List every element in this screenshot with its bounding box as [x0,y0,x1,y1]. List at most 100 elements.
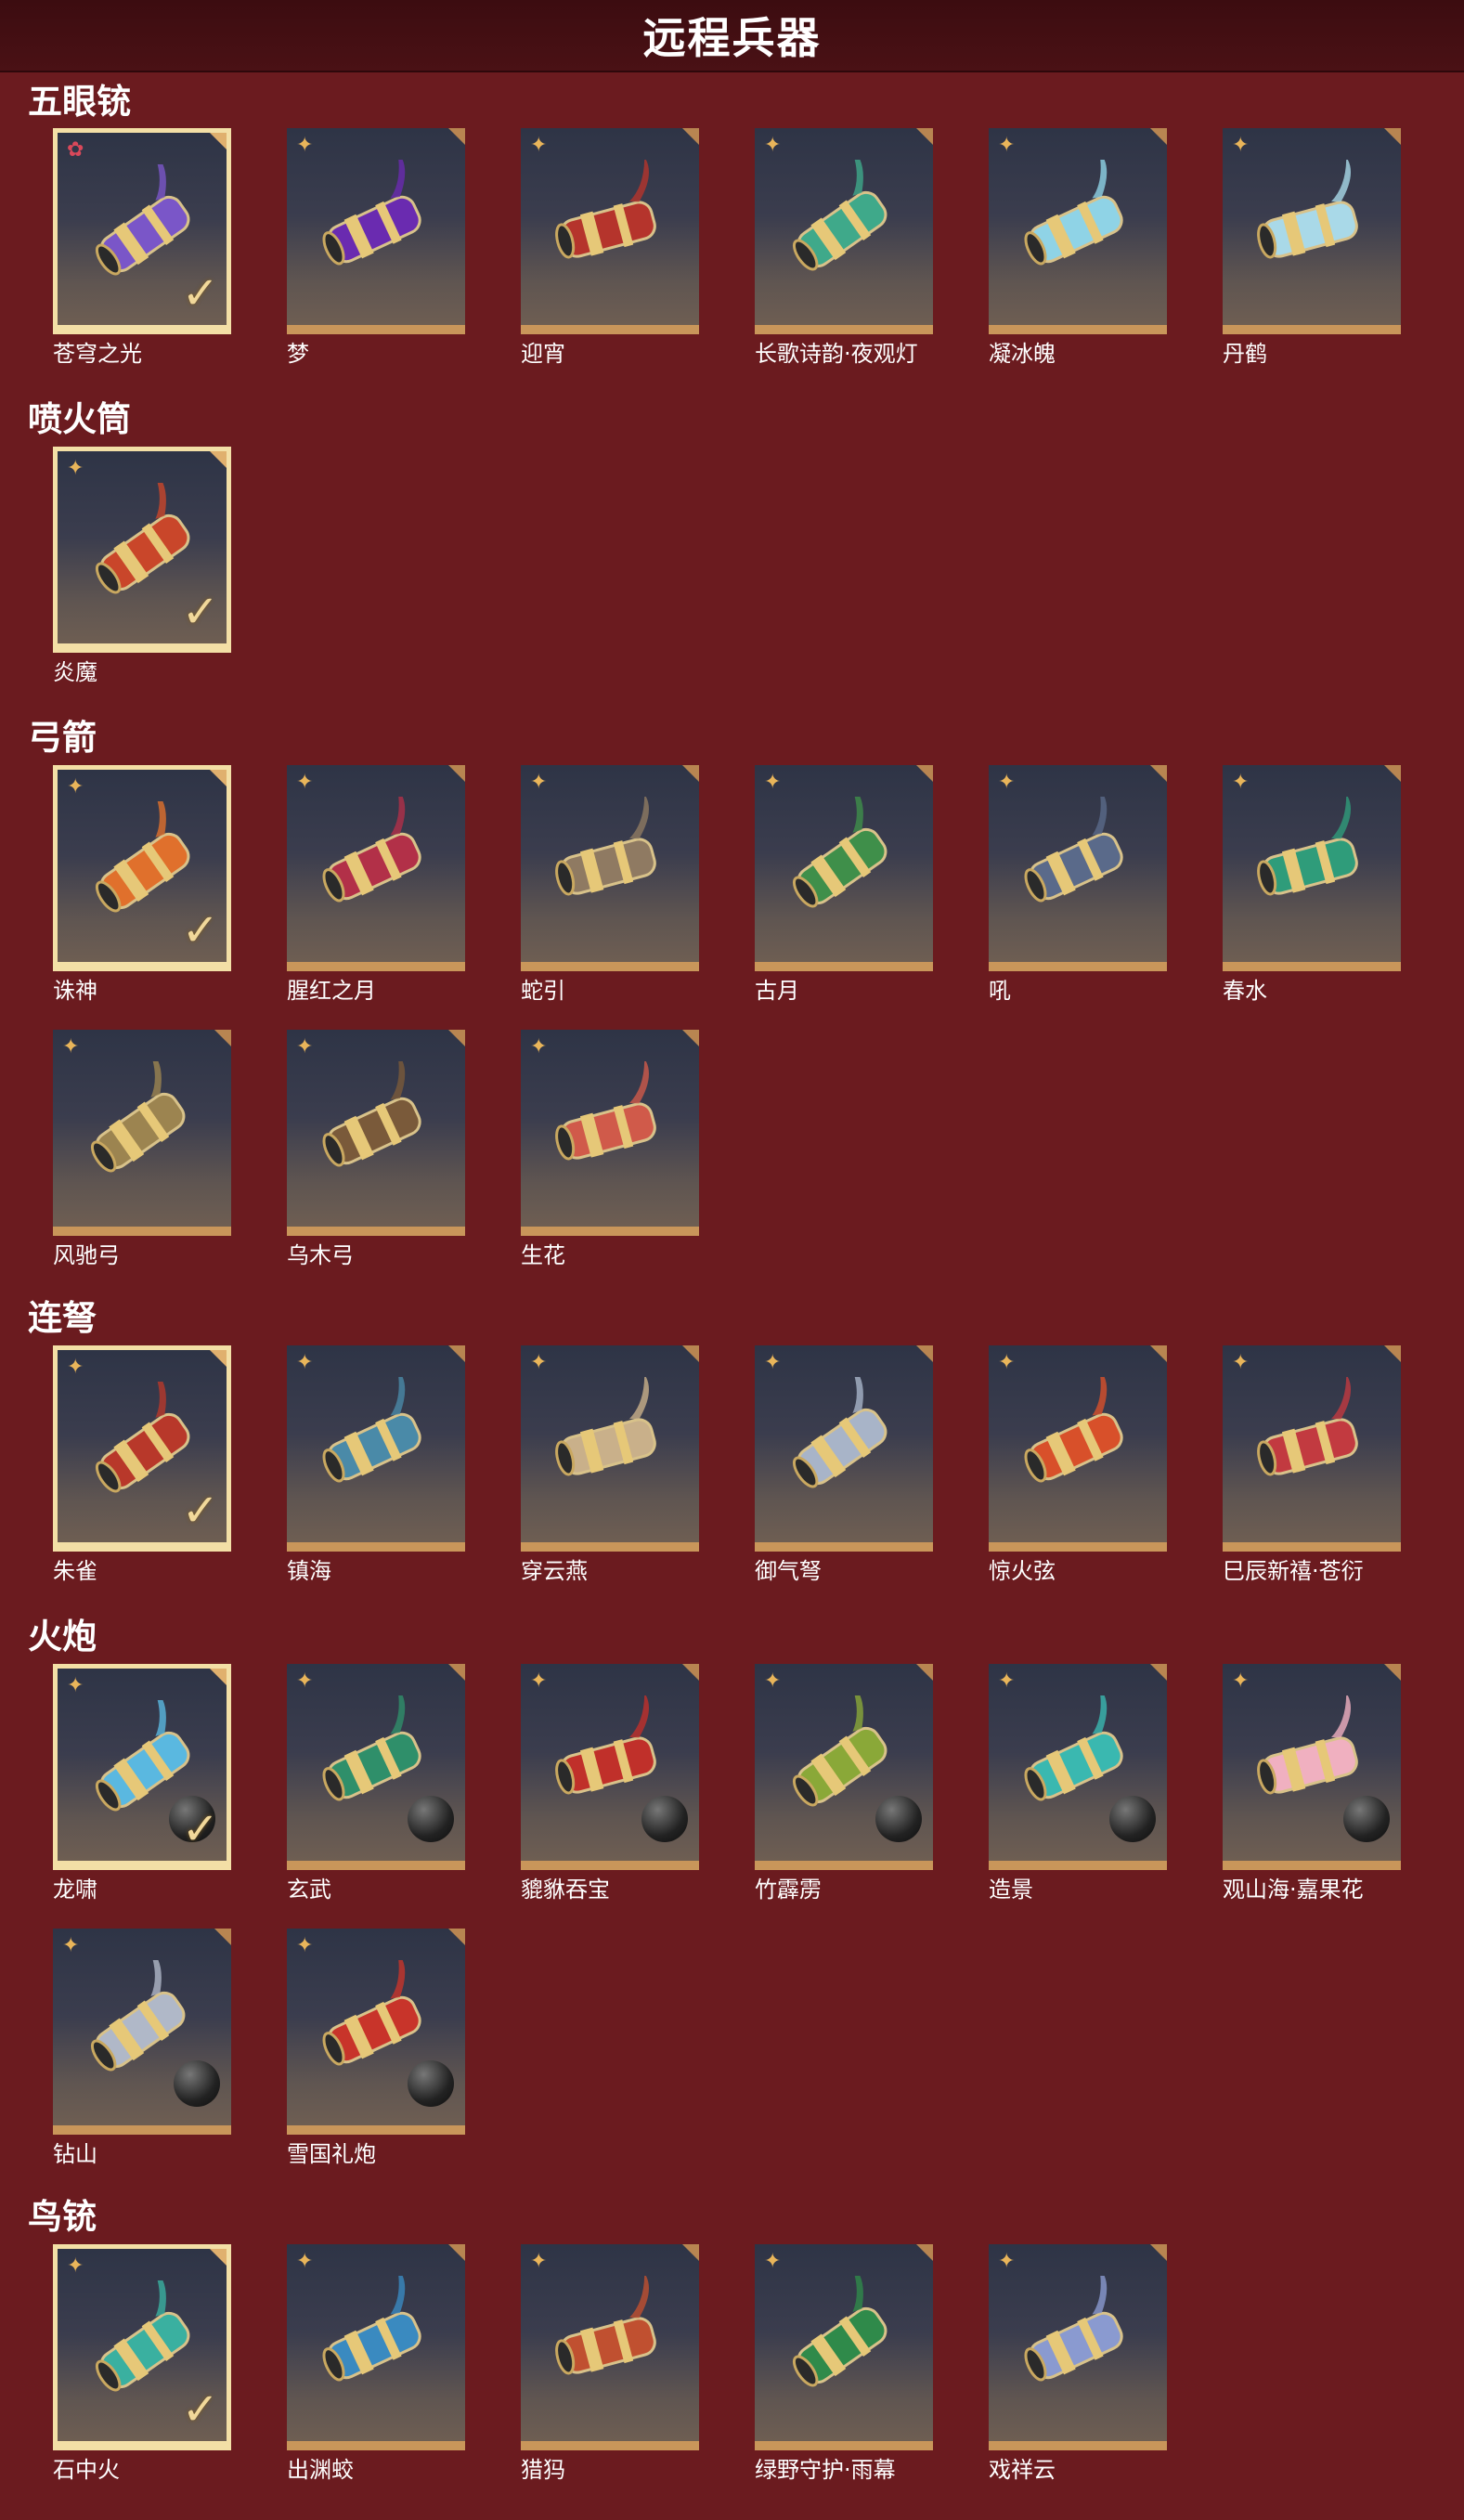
weapon-name: 钻山 [53,2141,97,2167]
weapon-card[interactable]: ✦ 出渊蛟 [287,2244,465,2483]
cannonball-icon [408,1796,454,1842]
weapon-name: 龙啸 [53,1877,97,1903]
weapon-icon [1011,1369,1141,1516]
weapon-tile[interactable]: ✦ [1223,1345,1401,1552]
cannonball-icon [641,1796,688,1842]
weapon-tile[interactable]: ✦ [53,1030,231,1236]
weapon-card[interactable]: ✦ 貔貅吞宝 [521,1664,699,1903]
rarity-star-icon: ✦ [998,771,1016,794]
weapon-name: 诛神 [53,978,97,1004]
weapon-card[interactable]: ✦ ✓ 诛神 [53,765,231,1004]
weapon-card[interactable]: ✦ 穿云燕 [521,1345,699,1584]
weapon-tile[interactable]: ✦ [521,765,699,971]
weapon-card[interactable]: ✦ 猎犸 [521,2244,699,2483]
weapon-icon [543,2273,673,2415]
weapon-tile[interactable]: ✦ [287,1030,465,1236]
weapon-tile[interactable]: ✦ [989,128,1167,334]
weapon-tile[interactable]: ✦ [287,765,465,971]
weapon-name: 戏祥云 [989,2457,1056,2483]
rarity-star-icon: ✦ [764,771,782,794]
weapon-tile[interactable]: ✦ [755,2244,933,2450]
weapon-tile[interactable]: ✦ [287,2244,465,2450]
weapon-card[interactable]: ✦ 古月 [755,765,933,1004]
weapon-card[interactable]: ✦ 风驰弓 [53,1030,231,1268]
weapon-name: 玄武 [287,1877,331,1903]
weapon-tile[interactable]: ✦ [287,1345,465,1552]
weapon-tile[interactable]: ✦ [287,1929,465,2135]
weapon-card[interactable]: ✦ 丹鹤 [1223,128,1401,367]
weapon-tile[interactable]: ✦ [755,765,933,971]
checkmark-icon: ✓ [181,1485,219,1537]
weapon-card[interactable]: ✦ ✓ 朱雀 [53,1345,231,1584]
rarity-star-icon: ✦ [1232,771,1250,794]
weapon-name: 猎犸 [521,2457,565,2483]
weapon-tile[interactable]: ✦ [755,1664,933,1870]
weapon-tile[interactable]: ✦ [755,1345,933,1552]
weapon-card[interactable]: ✦ 长歌诗韵·夜观灯 [755,128,933,367]
weapon-tile[interactable]: ✦ [287,1664,465,1870]
section-title: 弓箭 [28,718,97,758]
weapon-card[interactable]: ✦ 迎宵 [521,128,699,367]
weapon-tile[interactable]: ✦ [521,1345,699,1552]
weapon-tile[interactable]: ✦ [521,128,699,334]
weapon-card[interactable]: ✦ 凝冰魄 [989,128,1167,367]
weapon-card[interactable]: ✦ 雪国礼炮 [287,1929,465,2167]
rarity-star-icon: ✦ [530,1351,548,1374]
weapon-tile[interactable]: ✦ ✓ [53,1664,231,1870]
weapon-name: 迎宵 [521,341,565,367]
weapon-tile[interactable]: ✦ [1223,128,1401,334]
rarity-star-icon: ✦ [998,134,1016,157]
weapon-tile[interactable]: ✿ ✓ [53,128,231,334]
cannonball-icon [1343,1796,1390,1842]
weapon-tile[interactable]: ✦ [1223,1664,1401,1870]
weapon-card[interactable]: ✦ 生花 [521,1030,699,1268]
weapon-card[interactable]: ✦ 腥红之月 [287,765,465,1004]
weapon-card[interactable]: ✦ 戏祥云 [989,2244,1167,2483]
rarity-star-icon: ✦ [296,1035,314,1059]
weapon-card[interactable]: ✦ 巳辰新禧·苍衍 [1223,1345,1401,1584]
weapon-card[interactable]: ✦ 观山海·嘉果花 [1223,1664,1401,1903]
weapon-card[interactable]: ✿ ✓ 苍穹之光 [53,128,231,367]
weapon-tile[interactable]: ✦ ✓ [53,1345,231,1552]
weapon-card[interactable]: ✦ 惊火弦 [989,1345,1167,1584]
weapon-tile[interactable]: ✦ [755,128,933,334]
weapon-tile[interactable]: ✦ [989,1345,1167,1552]
rarity-star-icon: ✦ [1232,1669,1250,1693]
weapon-name: 巳辰新禧·苍衍 [1223,1558,1364,1584]
weapon-name: 炎魔 [53,659,97,685]
rarity-star-icon: ✦ [62,1035,80,1059]
weapon-card[interactable]: ✦ 蛇引 [521,765,699,1004]
weapon-tile[interactable]: ✦ [989,1664,1167,1870]
weapon-card[interactable]: ✦ 钻山 [53,1929,231,2167]
weapon-tile[interactable]: ✦ ✓ [53,2244,231,2450]
weapon-tile[interactable]: ✦ [1223,765,1401,971]
weapon-card[interactable]: ✦ 玄武 [287,1664,465,1903]
weapon-tile[interactable]: ✦ ✓ [53,447,231,653]
weapon-tile[interactable]: ✦ [989,765,1167,971]
weapon-tile[interactable]: ✦ [521,1030,699,1236]
weapon-name: 貔貅吞宝 [521,1877,610,1903]
checkmark-icon: ✓ [181,586,219,638]
weapon-tile[interactable]: ✦ [287,128,465,334]
weapon-card[interactable]: ✦ ✓ 石中火 [53,2244,231,2483]
weapon-card[interactable]: ✦ ✓ 炎魔 [53,447,231,685]
weapon-card[interactable]: ✦ 乌木弓 [287,1030,465,1268]
weapon-name: 造景 [989,1877,1033,1903]
weapon-icon [777,2265,907,2415]
weapon-card[interactable]: ✦ 造景 [989,1664,1167,1903]
weapon-card[interactable]: ✦ 梦 [287,128,465,367]
weapon-tile[interactable]: ✦ [989,2244,1167,2450]
weapon-card[interactable]: ✦ 竹霹雳 [755,1664,933,1903]
checkmark-icon: ✓ [181,2384,219,2436]
weapon-tile[interactable]: ✦ ✓ [53,765,231,971]
weapon-tile[interactable]: ✦ [53,1929,231,2135]
weapon-card[interactable]: ✦ 御气弩 [755,1345,933,1584]
weapon-card[interactable]: ✦ 镇海 [287,1345,465,1584]
weapon-card[interactable]: ✦ ✓ 龙啸 [53,1664,231,1903]
weapon-card[interactable]: ✦ 绿野守护·雨幕 [755,2244,933,2483]
weapon-tile[interactable]: ✦ [521,1664,699,1870]
weapon-card[interactable]: ✦ 吼 [989,765,1167,1004]
rarity-star-icon: ✦ [296,1669,314,1693]
weapon-card[interactable]: ✦ 春水 [1223,765,1401,1004]
weapon-tile[interactable]: ✦ [521,2244,699,2450]
